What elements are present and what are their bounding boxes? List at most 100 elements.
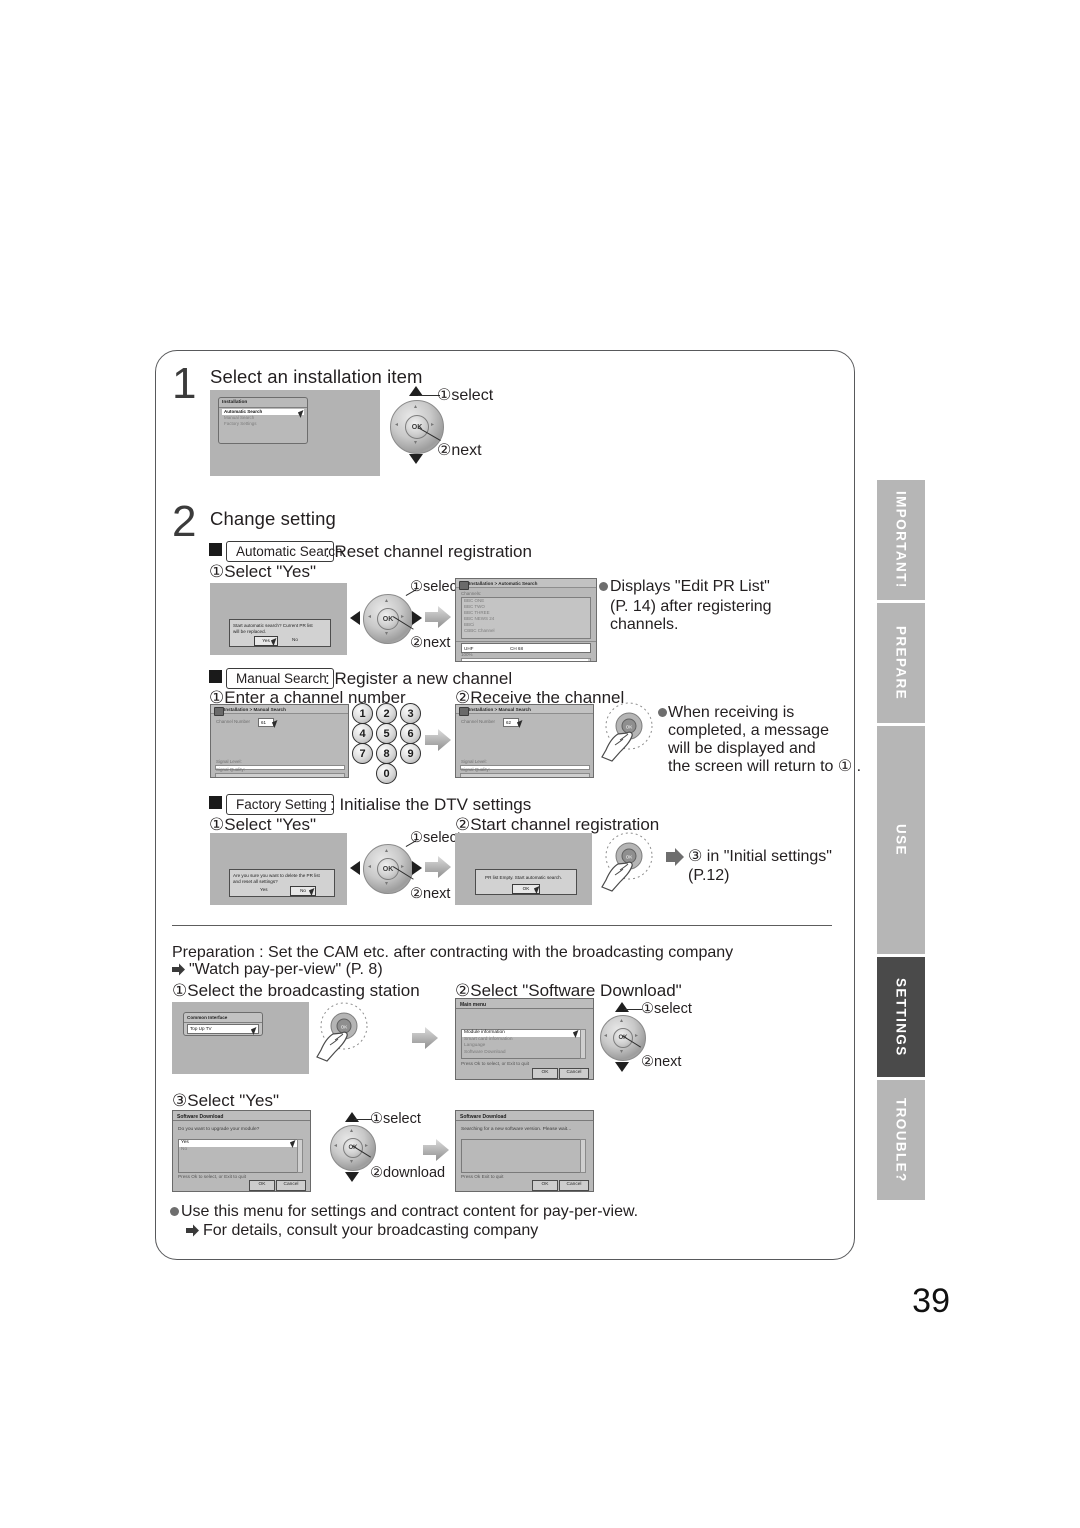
automatic-left-arrow-icon [350, 611, 360, 625]
factory-left-arrow-icon [350, 861, 360, 875]
pad-right-tick: ▸ [635, 1033, 639, 1039]
section3-down-arrow-icon [615, 1062, 629, 1072]
main-menu-window: Main menu Module information Smart card … [455, 998, 594, 1080]
pad-right-tick: ▸ [365, 1143, 369, 1149]
channels-label: Channels: [461, 591, 482, 596]
signal-quality-bar [460, 773, 590, 777]
pad-up-tick: ▴ [620, 1018, 624, 1024]
installation-item-factory-settings[interactable]: Factory Settings [222, 421, 304, 427]
automatic-search-navigation-pad[interactable]: OK ▴ ▾ ◂ ▸ [363, 594, 413, 644]
osd-title: Installation > Manual Search [224, 707, 286, 712]
signal-level-label: Signal Level: [216, 759, 242, 764]
installation-menu-osd: Installation Automatic Search Manual Sea… [218, 397, 308, 444]
automatic-search-screen-plate: Start automatic search? Current PR list … [210, 583, 347, 655]
step-1-heading: Select an installation item [210, 366, 423, 387]
sidebar-item-prepare[interactable]: PREPARE [877, 603, 925, 723]
factory-setting-desc: : Initialise the DTV settings [330, 795, 532, 814]
factory-navigation-pad[interactable]: OK ▴ ▾ ◂ ▸ [363, 844, 413, 894]
sw-dialog-cancel-button[interactable]: Cancel [276, 1180, 306, 1191]
keypad-key-9[interactable]: 9 [400, 743, 421, 764]
sw-wait-cancel-button[interactable]: Cancel [559, 1180, 589, 1191]
manual-hand-pad[interactable]: OK [600, 700, 658, 762]
sidebar-item-use[interactable]: USE [877, 726, 925, 954]
automatic-select-label: ①select [410, 579, 461, 595]
divider [456, 641, 596, 642]
progress-bar-fill [462, 659, 588, 661]
sidebar-item-settings[interactable]: SETTINGS [877, 957, 925, 1077]
note-bullet-icon [658, 708, 667, 717]
flow-arrow-icon [425, 856, 451, 878]
pad-down-tick: ▾ [385, 631, 389, 637]
sw-wait-scrollbar[interactable] [580, 1139, 586, 1173]
page-number: 39 [912, 1282, 950, 1320]
pointer-cursor-icon [291, 1141, 297, 1148]
osd-title-bar: Installation > Automatic Search [456, 579, 596, 590]
divider [184, 1022, 262, 1023]
factory-note-line2: (P.12) [688, 867, 730, 884]
svg-text:OK: OK [626, 855, 633, 860]
step-1-screen-plate: Installation Automatic Search Manual Sea… [210, 390, 380, 476]
pad-up-tick: ▴ [385, 848, 389, 854]
factory-note-line1: ③ in "Initial settings" [688, 848, 832, 865]
main-menu-ok-button[interactable]: OK [532, 1068, 558, 1079]
sw-dialog-title: Software Download [173, 1111, 310, 1121]
main-menu-title: Main menu [456, 999, 593, 1009]
osd-title: Installation > Automatic Search [469, 581, 538, 586]
keypad-key-6[interactable]: 6 [400, 723, 421, 744]
keypad-key-5[interactable]: 5 [376, 723, 397, 744]
sw-dialog-item-no[interactable]: No [179, 1147, 302, 1154]
pad-left-tick: ◂ [368, 614, 372, 620]
label-factory-setting: Factory Setting [226, 794, 334, 815]
main-menu-cancel-button[interactable]: Cancel [559, 1068, 589, 1079]
sidebar-item-important[interactable]: IMPORTANT! [877, 480, 925, 600]
sidebar-item-trouble[interactable]: TROUBLE? [877, 1080, 925, 1200]
channel-number-value: 62 [506, 720, 512, 725]
section3-note-2: For details, consult your broadcasting c… [203, 1222, 539, 1239]
sw-wait-ok-button[interactable]: OK [532, 1180, 558, 1191]
flow-arrow-small-icon [666, 848, 684, 866]
flow-arrow-icon [425, 729, 451, 751]
arrow-right-icon [186, 1224, 199, 1237]
section3-select-leader [624, 1009, 642, 1011]
sw-dialog-ok-button[interactable]: OK [249, 1180, 275, 1191]
main-menu-item-software-download[interactable]: Software Download [462, 1050, 585, 1057]
ok-button[interactable]: OK [343, 1138, 363, 1158]
sw-dialog-scrollbar[interactable] [297, 1139, 303, 1173]
ci-hand-pad[interactable]: OK [315, 1000, 373, 1062]
section3-next-label: ②next [641, 1054, 682, 1070]
pad-right-tick: ▸ [431, 422, 435, 428]
common-interface-osd: Common Interface Top Up TV [183, 1012, 263, 1036]
ci-selected-item[interactable]: Top Up TV [190, 1026, 212, 1031]
keypad-key-2[interactable]: 2 [376, 703, 397, 724]
dialog-yes-button[interactable]: Yes [260, 887, 268, 892]
main-menu-scrollbar[interactable] [580, 1029, 586, 1059]
factory-result-plate: PR list Empty. Start automatic search. O… [455, 833, 592, 905]
keypad-key-7[interactable]: 7 [352, 743, 373, 764]
channel-item: CBBC Channel [464, 628, 495, 633]
pad-up-tick: ▴ [385, 598, 389, 604]
channels-listbox: BBC ONE BBC TWO BBC THREE BBC NEWS 24 BB… [461, 597, 591, 639]
channel-number-value: 61 [261, 720, 267, 725]
factory-hand-pad[interactable]: OK [600, 830, 658, 892]
pointer-cursor-icon [310, 889, 316, 896]
keypad-key-4[interactable]: 4 [352, 723, 373, 744]
keypad-key-3[interactable]: 3 [400, 703, 421, 724]
tab-label: SETTINGS [893, 977, 909, 1057]
keypad-key-1[interactable]: 1 [352, 703, 373, 724]
progress-bar [461, 658, 591, 661]
tv-icon [213, 706, 224, 716]
dialog-no-button[interactable]: No [292, 637, 298, 642]
download-select-label: ①select [370, 1111, 421, 1127]
ok-button[interactable]: OK [613, 1028, 633, 1048]
pointer-cursor-icon [252, 1028, 258, 1035]
tab-label: USE [893, 824, 909, 856]
bullet-square-automatic [209, 543, 222, 556]
sw-wait-prompt: Searching for a new software version. Pl… [461, 1127, 572, 1132]
pad-right-tick: ▸ [401, 614, 405, 620]
keypad-key-0[interactable]: 0 [376, 763, 397, 784]
step-1-navigation-pad[interactable]: OK ▴ ▾ ◂ ▸ [390, 400, 444, 454]
section3-substep-1: ①Select the broadcasting station [172, 981, 420, 1000]
keypad-key-8[interactable]: 8 [376, 743, 397, 764]
signal-quality-label: Signal Quality: [461, 767, 491, 772]
svg-text:OK: OK [341, 1025, 348, 1030]
